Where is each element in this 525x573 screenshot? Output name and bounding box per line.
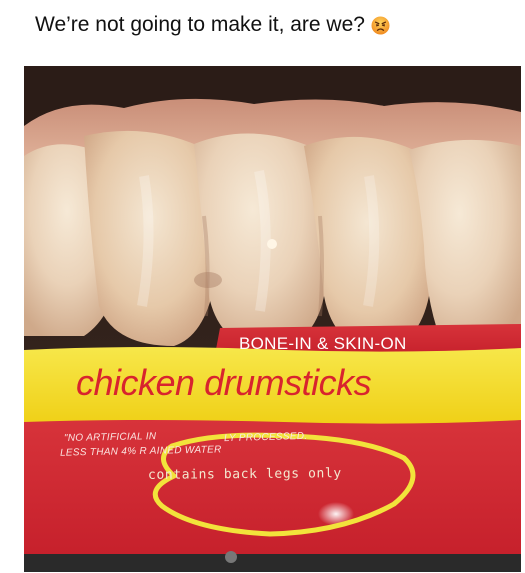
bone-in-skin-on-label: BONE-IN & SKIN-ON <box>239 334 407 353</box>
chicken-package-photo: BONE-IN & SKIN-ON chicken drumsticks "NO… <box>24 66 521 572</box>
package-illustration <box>24 66 521 572</box>
claim-line-2-part-a: LESS THAN 4% R <box>59 445 148 459</box>
caption-text: We’re not going to make it, are we? <box>35 13 365 36</box>
claim-line-2-part-b: AINED WATER <box>149 444 222 457</box>
claim-line-3: LY PROCESSED. <box>223 430 308 445</box>
angry-face-icon <box>371 16 390 35</box>
post-caption: We’re not going to make it, are we? <box>35 12 390 38</box>
back-legs-note: contains back legs only <box>147 466 342 483</box>
claim-line-1: "NO ARTIFICIAL IN <box>63 431 157 444</box>
product-title: chicken drumsticks <box>76 362 372 403</box>
